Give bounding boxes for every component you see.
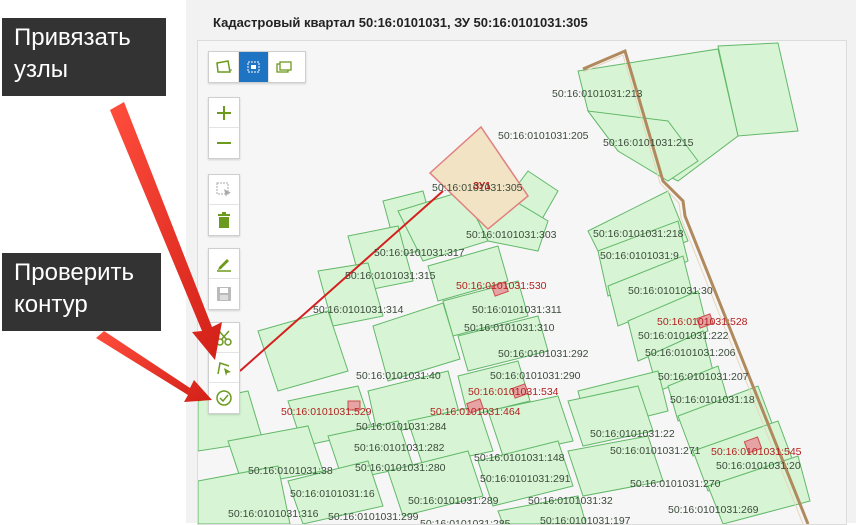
zoom-in-icon [217,105,231,120]
parcel-label: 50:16:0101031:545 [711,446,802,458]
edit-toolbar [208,248,240,310]
parcel-label: 50:16:0101031:207 [658,371,749,383]
parcel-label: 50:16:0101031:314 [313,304,404,316]
zoom-toolbar [208,97,240,159]
parcel-label: 50:16:0101031:222 [638,330,729,342]
draw-polygon-icon [215,60,232,73]
callout-snap-line1: Привязать [14,24,131,51]
parcel-label: 50:16:0101031:271 [610,445,701,457]
check-contour-button[interactable] [209,383,239,413]
parcel-label: 50:16:0101031:305 [432,182,523,194]
parcel-label: 50:16:0101031:32 [528,495,613,507]
callout-snap-nodes: Привязать узлы [2,18,166,96]
snap-nodes-button[interactable] [209,353,239,383]
page-title: Кадастровый квартал 50:16:0101031, ЗУ 50… [213,15,588,30]
cadastral-map[interactable]: ЗУ1 50:16:0101031:213 50:16:0101031:205 50… [197,40,847,525]
parcel-label: 50:16:0101031:280 [355,462,446,474]
parcel-label: 50:16:0101031:9 [600,250,679,262]
zoom-in-button[interactable] [209,98,239,128]
parcel-label: 50:16:0101031:205 [498,130,589,142]
parcel-label: 50:16:0101031:317 [374,247,465,259]
parcel-label: 50:16:0101031:16 [290,488,375,500]
parcel-label: 50:16:0101031:299 [328,511,419,523]
delete-button[interactable] [209,205,239,235]
parcel-label: 50:16:0101031:464 [430,406,521,418]
callout-snap-line2: узлы [14,56,68,83]
parcel-label: 50:16:0101031:290 [490,370,581,382]
parcel-label: 50:16:0101031:528 [657,316,748,328]
parcel-label: 50:16:0101031:289 [408,495,499,507]
parcel-label: 50:16:0101031:30 [628,285,713,297]
parcel-label: 50:16:0101031:18 [670,394,755,406]
check-contour-icon [216,390,232,406]
callout-check-contour: Проверить контур [2,253,161,331]
parcel-label: 50:16:0101031:311 [472,304,562,316]
parcel-label: 50:16:0101031:22 [590,428,675,440]
parcel-label: 50:16:0101031:148 [474,452,565,464]
parcel-label: 50:16:0101031:38 [248,465,333,477]
save-button[interactable] [209,279,239,309]
parcel-label: 50:16:0101031:303 [466,229,557,241]
cut-icon [216,330,232,346]
parcel-label: 50:16:0101031:292 [498,348,589,360]
parcel-label: 50:16:0101031:284 [356,421,447,433]
parcel-label: 50:16:0101031:285 [420,518,511,524]
select-area-button[interactable] [239,52,269,82]
parcel-label: 50:16:0101031:213 [552,88,643,100]
parcel-label: 50:16:0101031:269 [668,504,759,516]
parcel-label: 50:16:0101031:40 [356,370,441,382]
cut-button[interactable] [209,323,239,353]
select-area-icon [247,61,259,73]
parcel-label: 50:16:0101031:215 [603,137,694,149]
callout-check-line1: Проверить [14,259,135,286]
delete-icon [218,212,230,228]
parcel-label: 50:16:0101031:206 [645,347,736,359]
edit-icon [217,258,231,272]
edit-button[interactable] [209,249,239,279]
parcel-label: 50:16:0101031:291 [480,473,571,485]
parcel-label: 50:16:0101031:310 [464,322,555,334]
draw-mode-toolbar [208,51,306,83]
parcel-label: 50:16:0101031:534 [468,386,559,398]
snap-nodes-icon [217,361,231,376]
save-icon [217,287,231,301]
parcel-label: 50:16:0101031:218 [593,228,684,240]
select-node-icon [216,182,231,197]
parcel-label: 50:16:0101031:530 [456,280,547,292]
parcel-label: 50:16:0101031:282 [354,442,445,454]
select-node-button[interactable] [209,175,239,205]
zoom-out-button[interactable] [209,128,239,158]
copy-contour-button[interactable] [269,52,299,82]
map-canvas[interactable]: ЗУ1 50:16:0101031:21350:16:0101031:20550… [198,41,846,524]
parcel-label: 50:16:0101031:529 [281,406,372,418]
callout-check-line2: контур [14,291,88,318]
parcel-label: 50:16:0101031:270 [630,478,721,490]
parcel-label: 50:16:0101031:20 [716,460,801,472]
parcel-label: 50:16:0101031:316 [228,508,319,520]
zoom-out-icon [217,142,231,144]
selection-toolbar [208,174,240,236]
draw-polygon-button[interactable] [209,52,239,82]
parcel-label: 50:16:0101031:315 [345,270,436,282]
copy-contour-icon [276,61,292,73]
tools-toolbar [208,322,240,414]
